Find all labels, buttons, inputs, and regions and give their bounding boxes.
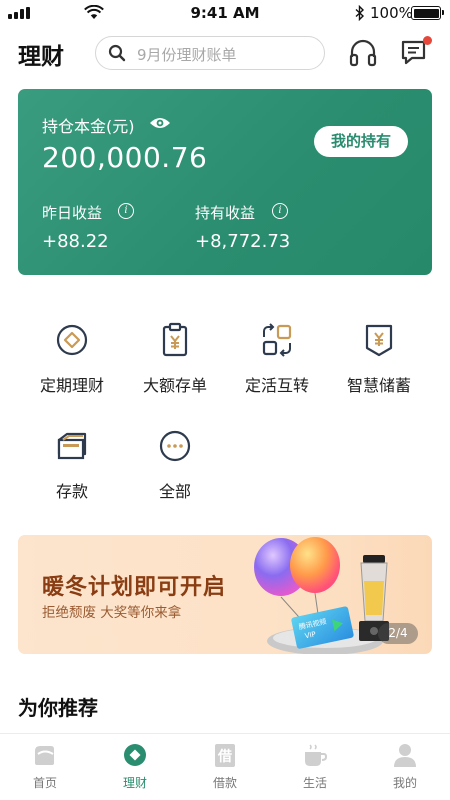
header: 理财 9月份理财账单 xyxy=(0,33,450,75)
service-label: 大额存单 xyxy=(142,376,207,395)
tab-label: 首页 xyxy=(32,776,57,790)
tab-label: 我的 xyxy=(392,776,417,790)
recommend-section-title: 为你推荐 xyxy=(18,696,98,720)
service-deposit[interactable]: 存款 xyxy=(22,428,122,508)
service-label: 定期理财 xyxy=(39,376,104,395)
wealth-icon xyxy=(124,744,146,766)
principal-label: 持仓本金(元) xyxy=(42,117,135,136)
battery-percent: 100% xyxy=(370,4,413,22)
service-all[interactable]: 全部 xyxy=(125,428,225,508)
service-label: 智慧储蓄 xyxy=(346,376,411,395)
eye-icon[interactable] xyxy=(149,115,171,131)
yen-clipboard-icon xyxy=(162,322,188,357)
page-title: 理财 xyxy=(18,44,64,70)
asset-summary-card: 持仓本金(元) 200,000.76 我的持有 昨日收益 i +88.22 持有… xyxy=(18,89,432,275)
principal-value: 200,000.76 xyxy=(42,141,208,174)
tab-life[interactable]: 生活 xyxy=(270,734,360,800)
yesterday-earnings-label: 昨日收益 xyxy=(42,204,103,222)
service-smart-saving[interactable]: 智慧储蓄 xyxy=(329,322,429,402)
info-icon[interactable]: i xyxy=(118,203,134,219)
home-icon xyxy=(35,746,54,765)
battery-icon xyxy=(411,6,444,20)
tab-label: 借款 xyxy=(212,776,237,790)
tab-loan[interactable]: 借 借款 xyxy=(180,734,270,800)
search-input[interactable]: 9月份理财账单 xyxy=(95,36,325,70)
tab-label: 生活 xyxy=(302,776,327,790)
banner-subtitle: 拒绝颓废 大奖等你来拿 xyxy=(42,605,182,621)
tab-home[interactable]: 首页 xyxy=(0,734,90,800)
tab-wealth[interactable]: 理财 xyxy=(90,734,180,800)
search-placeholder: 9月份理财账单 xyxy=(137,46,237,64)
service-large-deposit[interactable]: 大额存单 xyxy=(125,322,225,402)
profile-icon xyxy=(394,744,416,767)
yen-shield-icon xyxy=(365,324,393,357)
unread-badge xyxy=(423,36,432,45)
my-holdings-button[interactable]: 我的持有 xyxy=(314,126,408,157)
service-label: 定活互转 xyxy=(244,376,309,395)
coin-circle-icon xyxy=(56,324,88,356)
yesterday-earnings-value: +88.22 xyxy=(42,231,109,252)
bottom-tab-bar: 首页 理财 借 借款 生活 我的 xyxy=(0,733,450,800)
cup-icon xyxy=(305,744,327,766)
service-demand-transfer[interactable]: 定活互转 xyxy=(227,322,327,402)
service-label: 存款 xyxy=(55,482,88,501)
holding-earnings-label: 持有收益 xyxy=(195,204,256,222)
swap-squares-icon xyxy=(262,323,292,357)
more-dots-icon xyxy=(159,430,191,462)
banner-page-indicator: 2/4 xyxy=(378,623,418,644)
headset-icon[interactable] xyxy=(348,37,378,67)
service-fixed-term[interactable]: 定期理财 xyxy=(22,322,122,402)
tab-label: 理财 xyxy=(122,776,147,790)
svg-text:借: 借 xyxy=(217,748,232,765)
tab-profile[interactable]: 我的 xyxy=(360,734,450,800)
bluetooth-icon xyxy=(355,5,365,21)
passbook-icon xyxy=(57,432,87,460)
promo-banner[interactable]: 暖冬计划即可开启 拒绝颓废 大奖等你来拿 腾讯视频 VIP 2/4 xyxy=(18,535,432,654)
service-label: 全部 xyxy=(158,482,191,501)
holding-earnings-value: +8,772.73 xyxy=(195,231,291,252)
search-icon xyxy=(108,44,126,62)
info-icon[interactable]: i xyxy=(272,203,288,219)
loan-icon: 借 xyxy=(215,744,235,767)
status-bar: 9:41 AM 100% xyxy=(0,0,450,26)
banner-title: 暖冬计划即可开启 xyxy=(42,575,227,600)
